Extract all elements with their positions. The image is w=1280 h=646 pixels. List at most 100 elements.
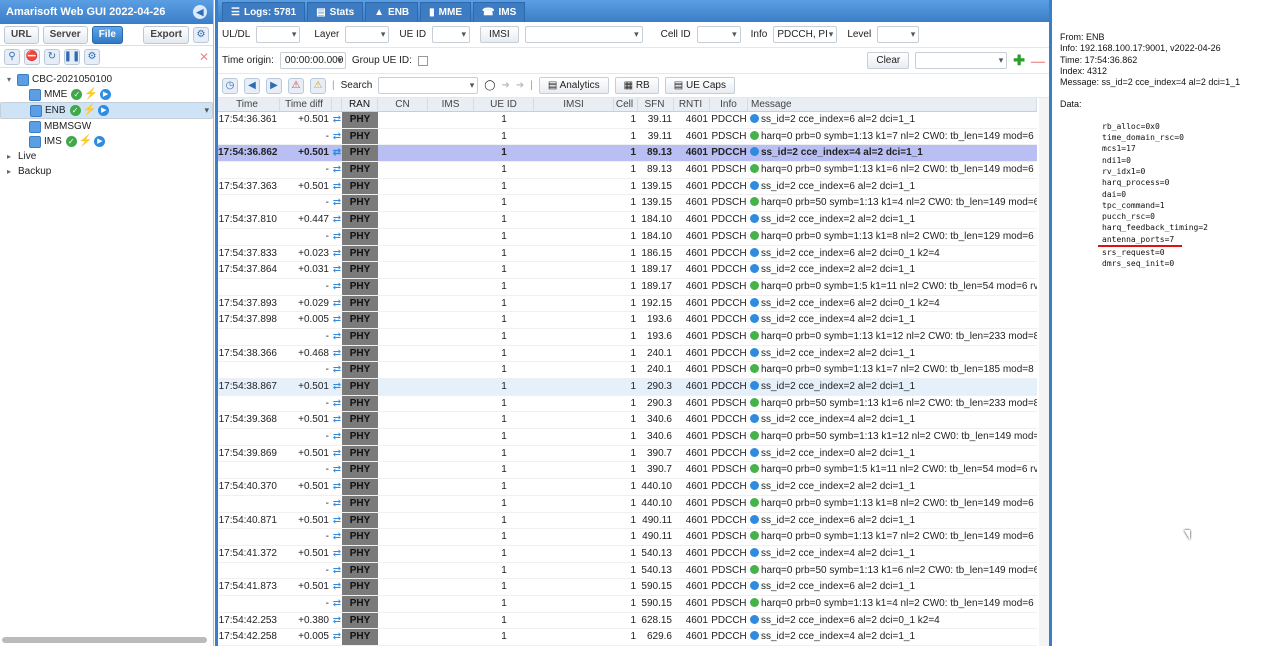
- table-row[interactable]: - ⇄ PHY 1 1 290.3 4601 PDSCH harq=0 prb=50 symb=…: [218, 395, 1037, 413]
- clock-icon[interactable]: ◷: [222, 77, 238, 94]
- table-row[interactable]: 17:54:38.867 +0.501 ⇄ PHY 1 1 290.3 4601 PDCCH ss…: [218, 379, 1037, 396]
- tab-logs[interactable]: ☰ Logs: 5781: [222, 2, 306, 22]
- analytics-button[interactable]: ▤ Analytics: [538, 77, 609, 94]
- search-icon[interactable]: ⚲: [4, 48, 20, 65]
- imsi-select[interactable]: [524, 26, 643, 43]
- col-time-diff[interactable]: Time diff: [280, 98, 332, 111]
- file-button[interactable]: File: [91, 25, 123, 44]
- tree-node-mbmsgw[interactable]: MBMSGW: [0, 119, 213, 134]
- back-icon[interactable]: ◀: [244, 77, 260, 94]
- group-ueid-checkbox[interactable]: [417, 55, 428, 66]
- table-row[interactable]: 17:54:39.368 +0.501 ⇄ PHY 1 1 340.6 4601 PDCCH ss…: [218, 412, 1037, 430]
- tree-node-enb[interactable]: ENB ✓ ⚡ ▶: [0, 102, 213, 119]
- table-row[interactable]: 17:54:39.869 +0.501 ⇄ PHY 1 1 390.7 4601 PDCCH ss…: [218, 445, 1037, 463]
- col-time[interactable]: Time: [218, 98, 280, 111]
- table-row[interactable]: - ⇄ PHY 1 1 490.11 4601 PDSCH harq=0 prb=0 symb=…: [218, 529, 1037, 546]
- table-row[interactable]: 17:54:40.370 +0.501 ⇄ PHY 1 1 440.10 4601 PDCCH s…: [218, 479, 1037, 496]
- play-icon[interactable]: ▶: [94, 136, 106, 147]
- table-row[interactable]: 17:54:37.363 +0.501 ⇄ PHY 1 1 139.15 4601 PDCCH s…: [218, 178, 1037, 196]
- table-row[interactable]: - ⇄ PHY 1 1 540.13 4601 PDSCH harq=0 prb=50 symb…: [218, 562, 1037, 580]
- table-row[interactable]: 17:54:36.862 +0.501 ⇄ PHY 1 1 89.13 4601 PDCCH ss…: [218, 145, 1037, 163]
- expand-arrow-icon[interactable]: ▾: [4, 72, 14, 87]
- add-icon[interactable]: ✚: [1013, 52, 1025, 69]
- collapse-panel-button[interactable]: ◀: [193, 5, 207, 19]
- next-icon[interactable]: ➜: [516, 80, 524, 91]
- play-icon[interactable]: ▶: [98, 105, 110, 116]
- delete-icon[interactable]: ✕: [199, 50, 209, 64]
- info-select[interactable]: PDCCH, PI: [773, 26, 838, 43]
- imsi-button[interactable]: IMSI: [480, 26, 519, 43]
- table-row[interactable]: 17:54:37.893 +0.029 ⇄ PHY 1 1 192.15 4601 PDCCH s…: [218, 295, 1037, 313]
- layer-select[interactable]: [345, 26, 390, 43]
- clear-button[interactable]: Clear: [867, 52, 910, 69]
- tab-ims[interactable]: ☎ IMS: [473, 2, 526, 22]
- tab-mme[interactable]: ▮ MME: [420, 2, 472, 22]
- tree-node-cbc[interactable]: ▾ CBC-2021050100: [0, 72, 213, 87]
- warning-icon[interactable]: ⚠: [310, 77, 326, 94]
- url-button[interactable]: URL: [4, 25, 39, 44]
- table-row[interactable]: 17:54:37.898 +0.005 ⇄ PHY 1 1 193.6 4601 PDCCH ss…: [218, 312, 1037, 329]
- rb-button[interactable]: ▦ RB: [614, 77, 659, 94]
- col-info[interactable]: Info: [710, 98, 748, 111]
- ueid-select[interactable]: [432, 26, 471, 43]
- pause-icon[interactable]: ❚❚: [64, 48, 80, 65]
- vertical-scrollbar[interactable]: [1039, 98, 1049, 646]
- error-icon[interactable]: ⚠: [288, 77, 304, 94]
- col-message[interactable]: Message: [748, 98, 1037, 111]
- col-ueid[interactable]: UE ID: [474, 98, 534, 111]
- table-row[interactable]: 17:54:37.833 +0.023 ⇄ PHY 1 1 186.15 4601 PDCCH s…: [218, 245, 1037, 263]
- tree-node-live[interactable]: ▸ Live: [0, 149, 213, 164]
- table-row[interactable]: 17:54:42.258 +0.005 ⇄ PHY 1 1 629.6 4601 PDCCH ss…: [218, 629, 1037, 646]
- forward-icon[interactable]: ▶: [266, 77, 282, 94]
- table-row[interactable]: 17:54:42.253 +0.380 ⇄ PHY 1 1 628.15 4601 PDCCH s…: [218, 612, 1037, 630]
- expand-arrow-icon[interactable]: ▸: [4, 164, 14, 179]
- binoculars-icon[interactable]: ◯: [484, 80, 495, 91]
- expand-arrow-icon[interactable]: ▸: [4, 149, 14, 164]
- table-row[interactable]: 17:54:40.871 +0.501 ⇄ PHY 1 1 490.11 4601 PDCCH s…: [218, 512, 1037, 530]
- col-rnti[interactable]: RNTI: [674, 98, 710, 111]
- uecaps-button[interactable]: ▤ UE Caps: [664, 77, 735, 94]
- prev-icon[interactable]: ➜: [502, 80, 510, 91]
- stop-icon[interactable]: ⛔: [24, 48, 40, 65]
- table-row[interactable]: 17:54:41.372 +0.501 ⇄ PHY 1 1 540.13 4601 PDCCH s…: [218, 545, 1037, 563]
- horizontal-scrollbar[interactable]: [2, 637, 207, 643]
- table-row[interactable]: - ⇄ PHY 1 1 139.15 4601 PDSCH harq=0 prb=50 symb…: [218, 195, 1037, 213]
- col-cell[interactable]: Cell: [614, 98, 638, 111]
- table-row[interactable]: - ⇄ PHY 1 1 39.11 4601 PDSCH harq=0 prb=0 symb=1…: [218, 128, 1037, 146]
- table-row[interactable]: - ⇄ PHY 1 1 189.17 4601 PDSCH harq=0 prb=0 symb=…: [218, 278, 1037, 296]
- preset-select[interactable]: [915, 52, 1008, 69]
- table-row[interactable]: 17:54:38.366 +0.468 ⇄ PHY 1 1 240.1 4601 PDCCH ss…: [218, 345, 1037, 363]
- play-icon[interactable]: ▶: [100, 89, 112, 100]
- col-imsi[interactable]: IMSI: [534, 98, 614, 111]
- settings-icon[interactable]: ⚙: [193, 26, 209, 43]
- search-input[interactable]: [378, 77, 479, 94]
- config-icon[interactable]: ⚙: [84, 48, 100, 65]
- col-ran[interactable]: RAN: [342, 98, 378, 111]
- table-row[interactable]: - ⇄ PHY 1 1 590.15 4601 PDSCH harq=0 prb=0 symb=…: [218, 595, 1037, 613]
- tree-node-mme[interactable]: MME ✓ ⚡ ▶: [0, 87, 213, 102]
- export-button[interactable]: Export: [143, 25, 189, 44]
- remove-icon[interactable]: —: [1031, 53, 1045, 69]
- server-button[interactable]: Server: [42, 25, 88, 44]
- table-row[interactable]: 17:54:37.864 +0.031 ⇄ PHY 1 1 189.17 4601 PDCCH s…: [218, 262, 1037, 279]
- table-row[interactable]: - ⇄ PHY 1 1 390.7 4601 PDSCH harq=0 prb=0 symb=1…: [218, 462, 1037, 480]
- table-row[interactable]: - ⇄ PHY 1 1 240.1 4601 PDSCH harq=0 prb=0 symb=1…: [218, 362, 1037, 379]
- tree-node-backup[interactable]: ▸ Backup: [0, 164, 213, 179]
- table-row[interactable]: - ⇄ PHY 1 1 89.13 4601 PDSCH harq=0 prb=0 symb=1…: [218, 162, 1037, 179]
- col-ims[interactable]: IMS: [428, 98, 474, 111]
- table-row[interactable]: - ⇄ PHY 1 1 193.6 4601 PDSCH harq=0 prb=0 symb=1…: [218, 328, 1037, 346]
- level-select[interactable]: [877, 26, 920, 43]
- uldl-select[interactable]: [256, 26, 301, 43]
- tab-enb[interactable]: ▲ ENB: [365, 2, 419, 22]
- table-row[interactable]: 17:54:41.873 +0.501 ⇄ PHY 1 1 590.15 4601 PDCCH s…: [218, 579, 1037, 596]
- refresh-icon[interactable]: ↻: [44, 48, 60, 65]
- time-origin-input[interactable]: 00:00:00.000: [279, 52, 346, 69]
- col-cn[interactable]: CN: [378, 98, 428, 111]
- tree-node-ims[interactable]: IMS ✓ ⚡ ▶: [0, 134, 213, 149]
- table-row[interactable]: 17:54:37.810 +0.447 ⇄ PHY 1 1 184.10 4601 PDCCH s…: [218, 212, 1037, 229]
- table-row[interactable]: 17:54:36.361 +0.501 ⇄ PHY 1 1 39.11 4601 PDCCH ss…: [218, 112, 1037, 129]
- col-sfn[interactable]: SFN: [638, 98, 674, 111]
- table-row[interactable]: - ⇄ PHY 1 1 184.10 4601 PDSCH harq=0 prb=0 symb=…: [218, 228, 1037, 246]
- table-row[interactable]: - ⇄ PHY 1 1 340.6 4601 PDSCH harq=0 prb=50 symb=…: [218, 429, 1037, 446]
- cellid-select[interactable]: [696, 26, 741, 43]
